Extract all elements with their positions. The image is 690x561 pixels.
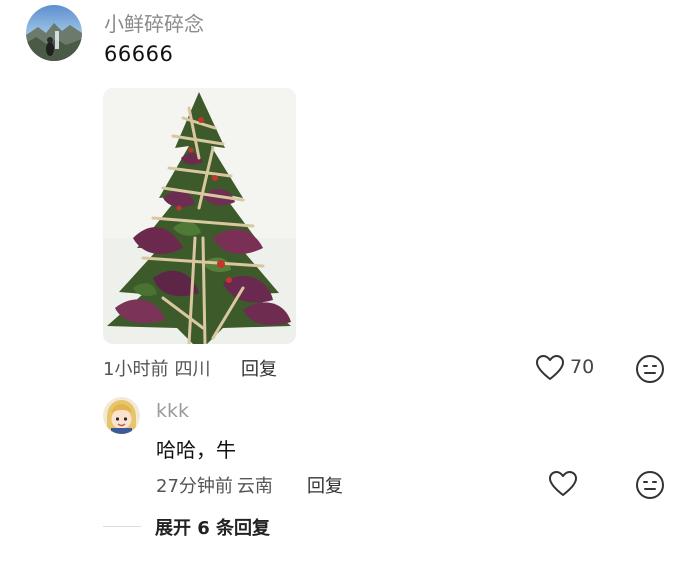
neutral-face-icon bbox=[636, 471, 664, 499]
comment-meta: 1小时前 四川 bbox=[103, 355, 216, 381]
dislike-button[interactable] bbox=[634, 353, 666, 385]
like-count: 70 bbox=[570, 356, 595, 378]
mountain-waterfall-avatar-icon bbox=[26, 5, 82, 61]
comment-username[interactable]: 小鲜碎碎念 bbox=[104, 8, 204, 37]
comment-location: 四川 bbox=[174, 359, 211, 380]
reply-text: 哈哈，牛 bbox=[156, 438, 236, 462]
reply-meta: 27分钟前 云南 bbox=[156, 472, 277, 498]
comment-photo[interactable] bbox=[103, 88, 296, 344]
neutral-face-icon bbox=[636, 355, 664, 383]
expand-replies-button[interactable]: 展开 6 条回复 bbox=[155, 514, 270, 540]
expand-divider bbox=[103, 526, 141, 527]
heart-icon bbox=[549, 471, 577, 496]
avatar[interactable] bbox=[26, 5, 82, 61]
reply-time: 27分钟前 bbox=[156, 476, 233, 497]
spinach-christmas-tree-photo-icon bbox=[103, 88, 296, 344]
heart-icon bbox=[536, 355, 564, 380]
reply-dislike-button[interactable] bbox=[634, 469, 666, 501]
comment-time: 1小时前 bbox=[103, 359, 169, 380]
reply-username[interactable]: kkk bbox=[156, 400, 189, 422]
like-button[interactable] bbox=[535, 354, 565, 382]
reply-reply-button[interactable]: 回复 bbox=[307, 472, 343, 498]
reply-button[interactable]: 回复 bbox=[241, 355, 277, 381]
comment-text: 66666 bbox=[104, 42, 174, 66]
reply-location: 云南 bbox=[236, 476, 273, 497]
cartoon-girl-avatar-icon bbox=[103, 397, 140, 434]
reply-avatar[interactable] bbox=[103, 397, 140, 434]
reply-like-button[interactable] bbox=[548, 470, 578, 498]
